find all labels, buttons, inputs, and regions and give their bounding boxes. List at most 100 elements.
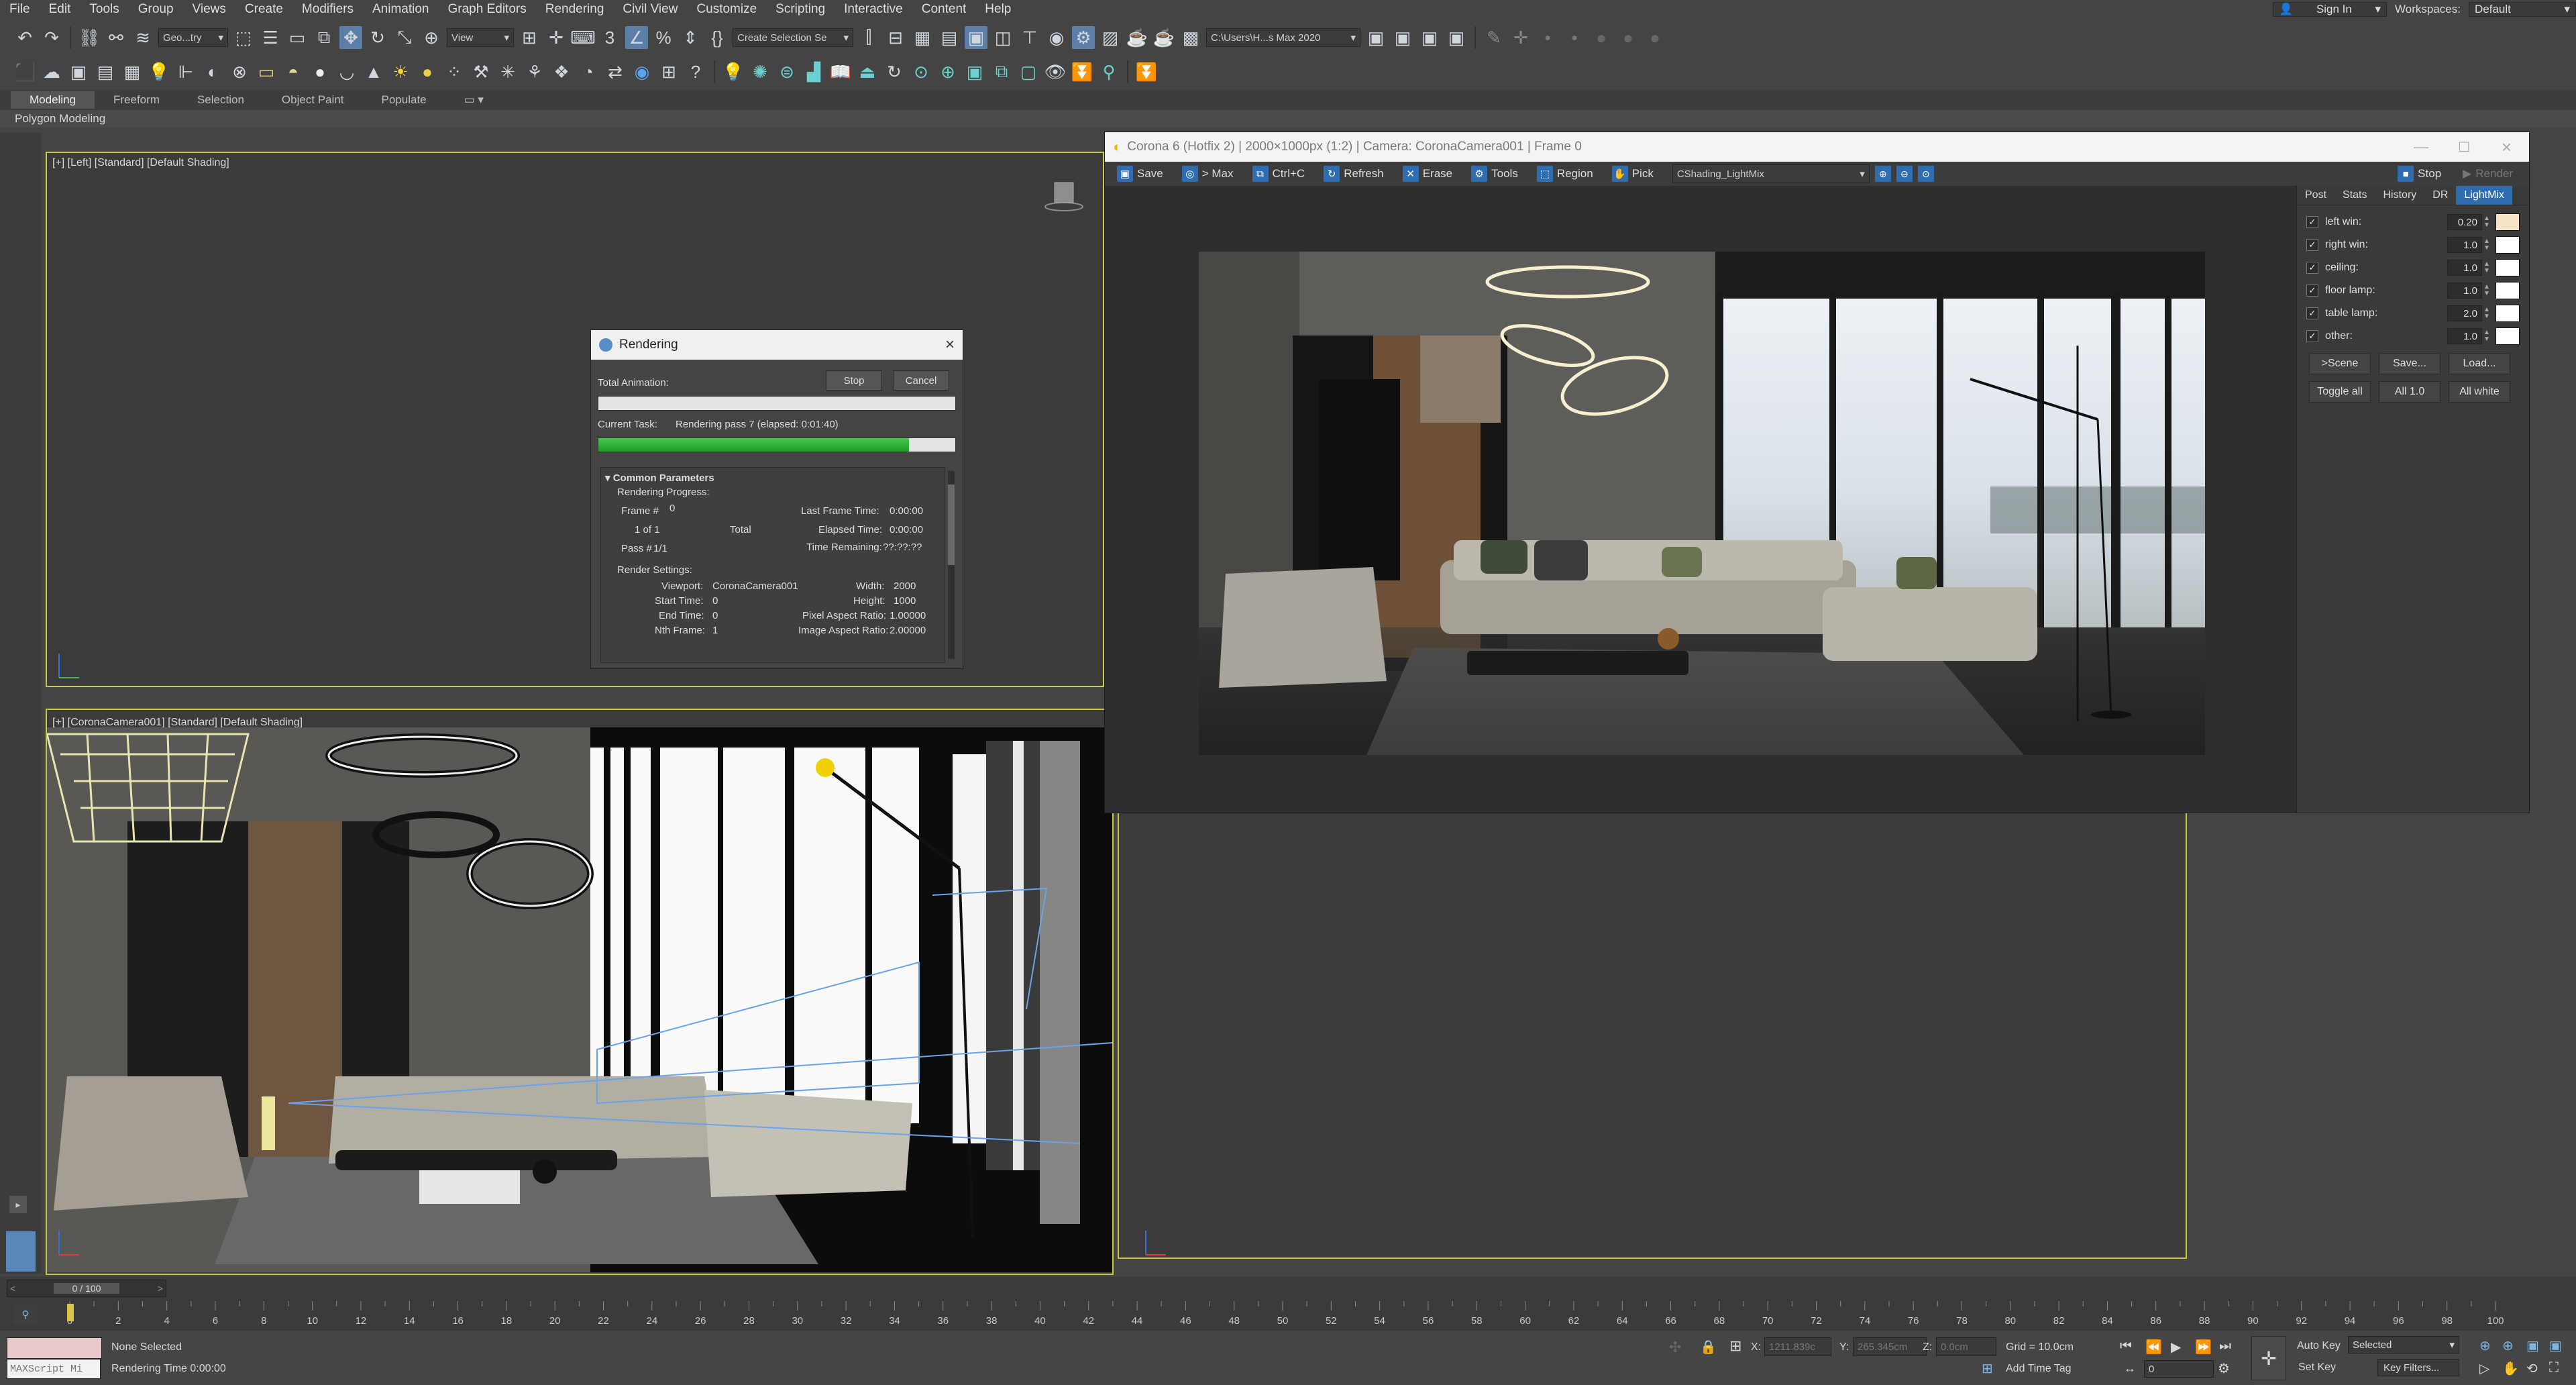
spinner-arrows-icon[interactable]: ▲ ▼	[2482, 260, 2491, 276]
filter-keys-icon[interactable]: ⚲	[13, 1305, 38, 1324]
copy-button[interactable]: ⧉ Ctrl+C	[1246, 164, 1312, 184]
light-intensity-input[interactable]: 1.0	[2447, 237, 2482, 253]
cancel-button[interactable]: Cancel	[893, 370, 949, 391]
zoom-extents-all-icon[interactable]: ▣	[2549, 1337, 2562, 1354]
project-folder-dropdown[interactable]: C:\Users\H...s Max 2020 ▾	[1206, 28, 1360, 47]
slider-right-arrow-icon[interactable]: >	[158, 1283, 166, 1294]
corona-sun-icon[interactable]: ✺	[749, 60, 771, 83]
all-white-button[interactable]: All white	[2449, 381, 2510, 403]
expand-chevron-icon[interactable]: ⏬	[1135, 60, 1158, 83]
erase-button[interactable]: ✕ Erase	[1396, 164, 1459, 184]
camera-icon[interactable]: ⧉	[990, 60, 1013, 83]
to-max-button[interactable]: ◎ > Max	[1175, 164, 1240, 184]
orbit-icon[interactable]: ⟲	[2526, 1360, 2538, 1377]
decal-icon[interactable]: ✳	[496, 60, 519, 83]
proxy-icon[interactable]: ⚒	[470, 60, 492, 83]
menu-civil-view[interactable]: Civil View	[613, 2, 687, 17]
scene-explorer-icon[interactable]: ▦	[911, 26, 934, 49]
menu-file[interactable]: File	[0, 2, 40, 17]
safe-frame-icon[interactable]: ▣	[963, 60, 986, 83]
dot-icon[interactable]: •	[1563, 26, 1586, 49]
spinner-arrows-icon[interactable]: ▲ ▼	[2482, 328, 2491, 344]
render-production-icon[interactable]: ☕	[1126, 26, 1148, 49]
schematic-view-icon[interactable]: ⊤	[1018, 26, 1041, 49]
material-icon[interactable]: ◉	[631, 60, 653, 83]
project-open-icon[interactable]: ▣	[1364, 26, 1387, 49]
time-tag-icon[interactable]: ⊞	[1982, 1360, 1993, 1377]
polygon-modeling-panel[interactable]: Polygon Modeling	[0, 110, 2576, 127]
project-settings-icon[interactable]: ▣	[1445, 26, 1468, 49]
menu-tools[interactable]: Tools	[80, 2, 128, 17]
sign-in-dropdown[interactable]: 👤 Sign In ▾	[2273, 2, 2387, 17]
close-icon[interactable]: ×	[945, 336, 955, 354]
rendered-image[interactable]	[1199, 252, 2205, 755]
lock-icon[interactable]: 🔒	[1700, 1339, 1717, 1355]
next-frame-icon[interactable]: ⏩	[2195, 1339, 2212, 1355]
maxscript-listener[interactable]	[7, 1337, 102, 1359]
window-crossing-icon[interactable]: ⧉	[313, 26, 335, 49]
select-by-name-icon[interactable]: ☰	[259, 26, 282, 49]
pivot-center-icon[interactable]: ⊞	[518, 26, 541, 49]
menu-edit[interactable]: Edit	[40, 2, 80, 17]
tab-object-paint[interactable]: Object Paint	[263, 91, 363, 109]
tab-populate[interactable]: Populate	[363, 91, 445, 109]
tab-freeform[interactable]: Freeform	[95, 91, 178, 109]
enable-checkbox[interactable]: ✓	[2306, 239, 2318, 251]
bind-space-warp-icon[interactable]: ≋	[131, 26, 154, 49]
rect-selection-icon[interactable]: ▭	[286, 26, 309, 49]
scale-icon[interactable]: ⤡	[393, 26, 416, 49]
slider-left-arrow-icon[interactable]: <	[7, 1283, 15, 1294]
region-button[interactable]: ⬚ Region	[1530, 164, 1600, 184]
enable-checkbox[interactable]: ✓	[2306, 262, 2318, 274]
light-color-swatch[interactable]	[2496, 282, 2520, 299]
viewport-layout-icon[interactable]	[5, 1231, 36, 1272]
channel-dropdown[interactable]: CShading_LightMix ▾	[1672, 164, 1870, 183]
pick-button[interactable]: ✋ Pick	[1605, 164, 1660, 184]
enable-checkbox[interactable]: ✓	[2306, 216, 2318, 228]
tab-stats[interactable]: Stats	[2334, 189, 2375, 201]
workspace-dropdown[interactable]: Default ▾	[2469, 2, 2576, 17]
z-coord-field[interactable]: 0.0cm	[1936, 1337, 1996, 1356]
cycle-icon[interactable]: ↻	[883, 60, 906, 83]
y-coord-field[interactable]: 265.345cm	[1853, 1337, 1927, 1356]
zoom-all-icon[interactable]: ⊕	[2502, 1337, 2514, 1354]
menu-interactive[interactable]: Interactive	[835, 2, 912, 17]
toggle-all-button[interactable]: Toggle all	[2309, 381, 2371, 403]
go-to-start-icon[interactable]: ⏮	[2120, 1339, 2132, 1354]
absolute-mode-icon[interactable]: ⊞	[1729, 1337, 1741, 1355]
menu-views[interactable]: Views	[183, 2, 235, 17]
save-button[interactable]: ▣ Save	[1110, 164, 1170, 184]
dot-icon[interactable]: •	[1536, 26, 1559, 49]
light-intensity-input[interactable]: 1.0	[2447, 283, 2482, 299]
bowl-icon[interactable]: ◡	[335, 60, 358, 83]
tab-modeling[interactable]: Modeling	[11, 91, 95, 109]
redo-icon[interactable]: ↷	[40, 26, 63, 49]
load-lightmix-button[interactable]: Load...	[2449, 353, 2510, 374]
pyramid-icon[interactable]: ▲	[362, 60, 385, 83]
spinner-arrows-icon[interactable]: ▲ ▼	[2482, 214, 2491, 230]
material-editor-icon[interactable]: ◉	[1045, 26, 1068, 49]
create-plane-icon[interactable]: ▣	[67, 60, 90, 83]
select-manipulate-icon[interactable]: ✛	[545, 26, 568, 49]
named-selection-dropdown[interactable]: Create Selection Se ▾	[733, 28, 853, 47]
eye-icon[interactable]: 👁	[1044, 60, 1067, 83]
pin-tool-icon[interactable]: ✛	[1509, 26, 1532, 49]
stop-render-button[interactable]: ■ Stop	[2391, 164, 2448, 184]
tab-selection[interactable]: Selection	[178, 91, 263, 109]
layer-explorer-icon[interactable]: ▤	[938, 26, 961, 49]
shape-dome-icon[interactable]: ◓	[282, 60, 305, 83]
keyboard-shortcut-icon[interactable]: ⌨	[570, 26, 596, 49]
rendered-frame-window-icon[interactable]: ▨	[1099, 26, 1122, 49]
light-intensity-input[interactable]: 1.0	[2447, 260, 2482, 276]
tab-lightmix[interactable]: LightMix	[2456, 186, 2512, 205]
maximize-viewport-icon[interactable]: ⛶	[2549, 1360, 2559, 1376]
film-icon[interactable]: ⊙	[910, 60, 932, 83]
help-circle-icon[interactable]: ?	[684, 60, 707, 83]
light-icon[interactable]: 💡	[722, 60, 745, 83]
light-intensity-input[interactable]: 2.0	[2447, 305, 2482, 321]
percent-snap-icon[interactable]: %	[652, 26, 675, 49]
all-one-button[interactable]: All 1.0	[2379, 381, 2440, 403]
light-intensity-input[interactable]: 0.20	[2447, 214, 2482, 230]
tab-history[interactable]: History	[2375, 189, 2424, 201]
helper-icon[interactable]: ⊩	[174, 60, 197, 83]
